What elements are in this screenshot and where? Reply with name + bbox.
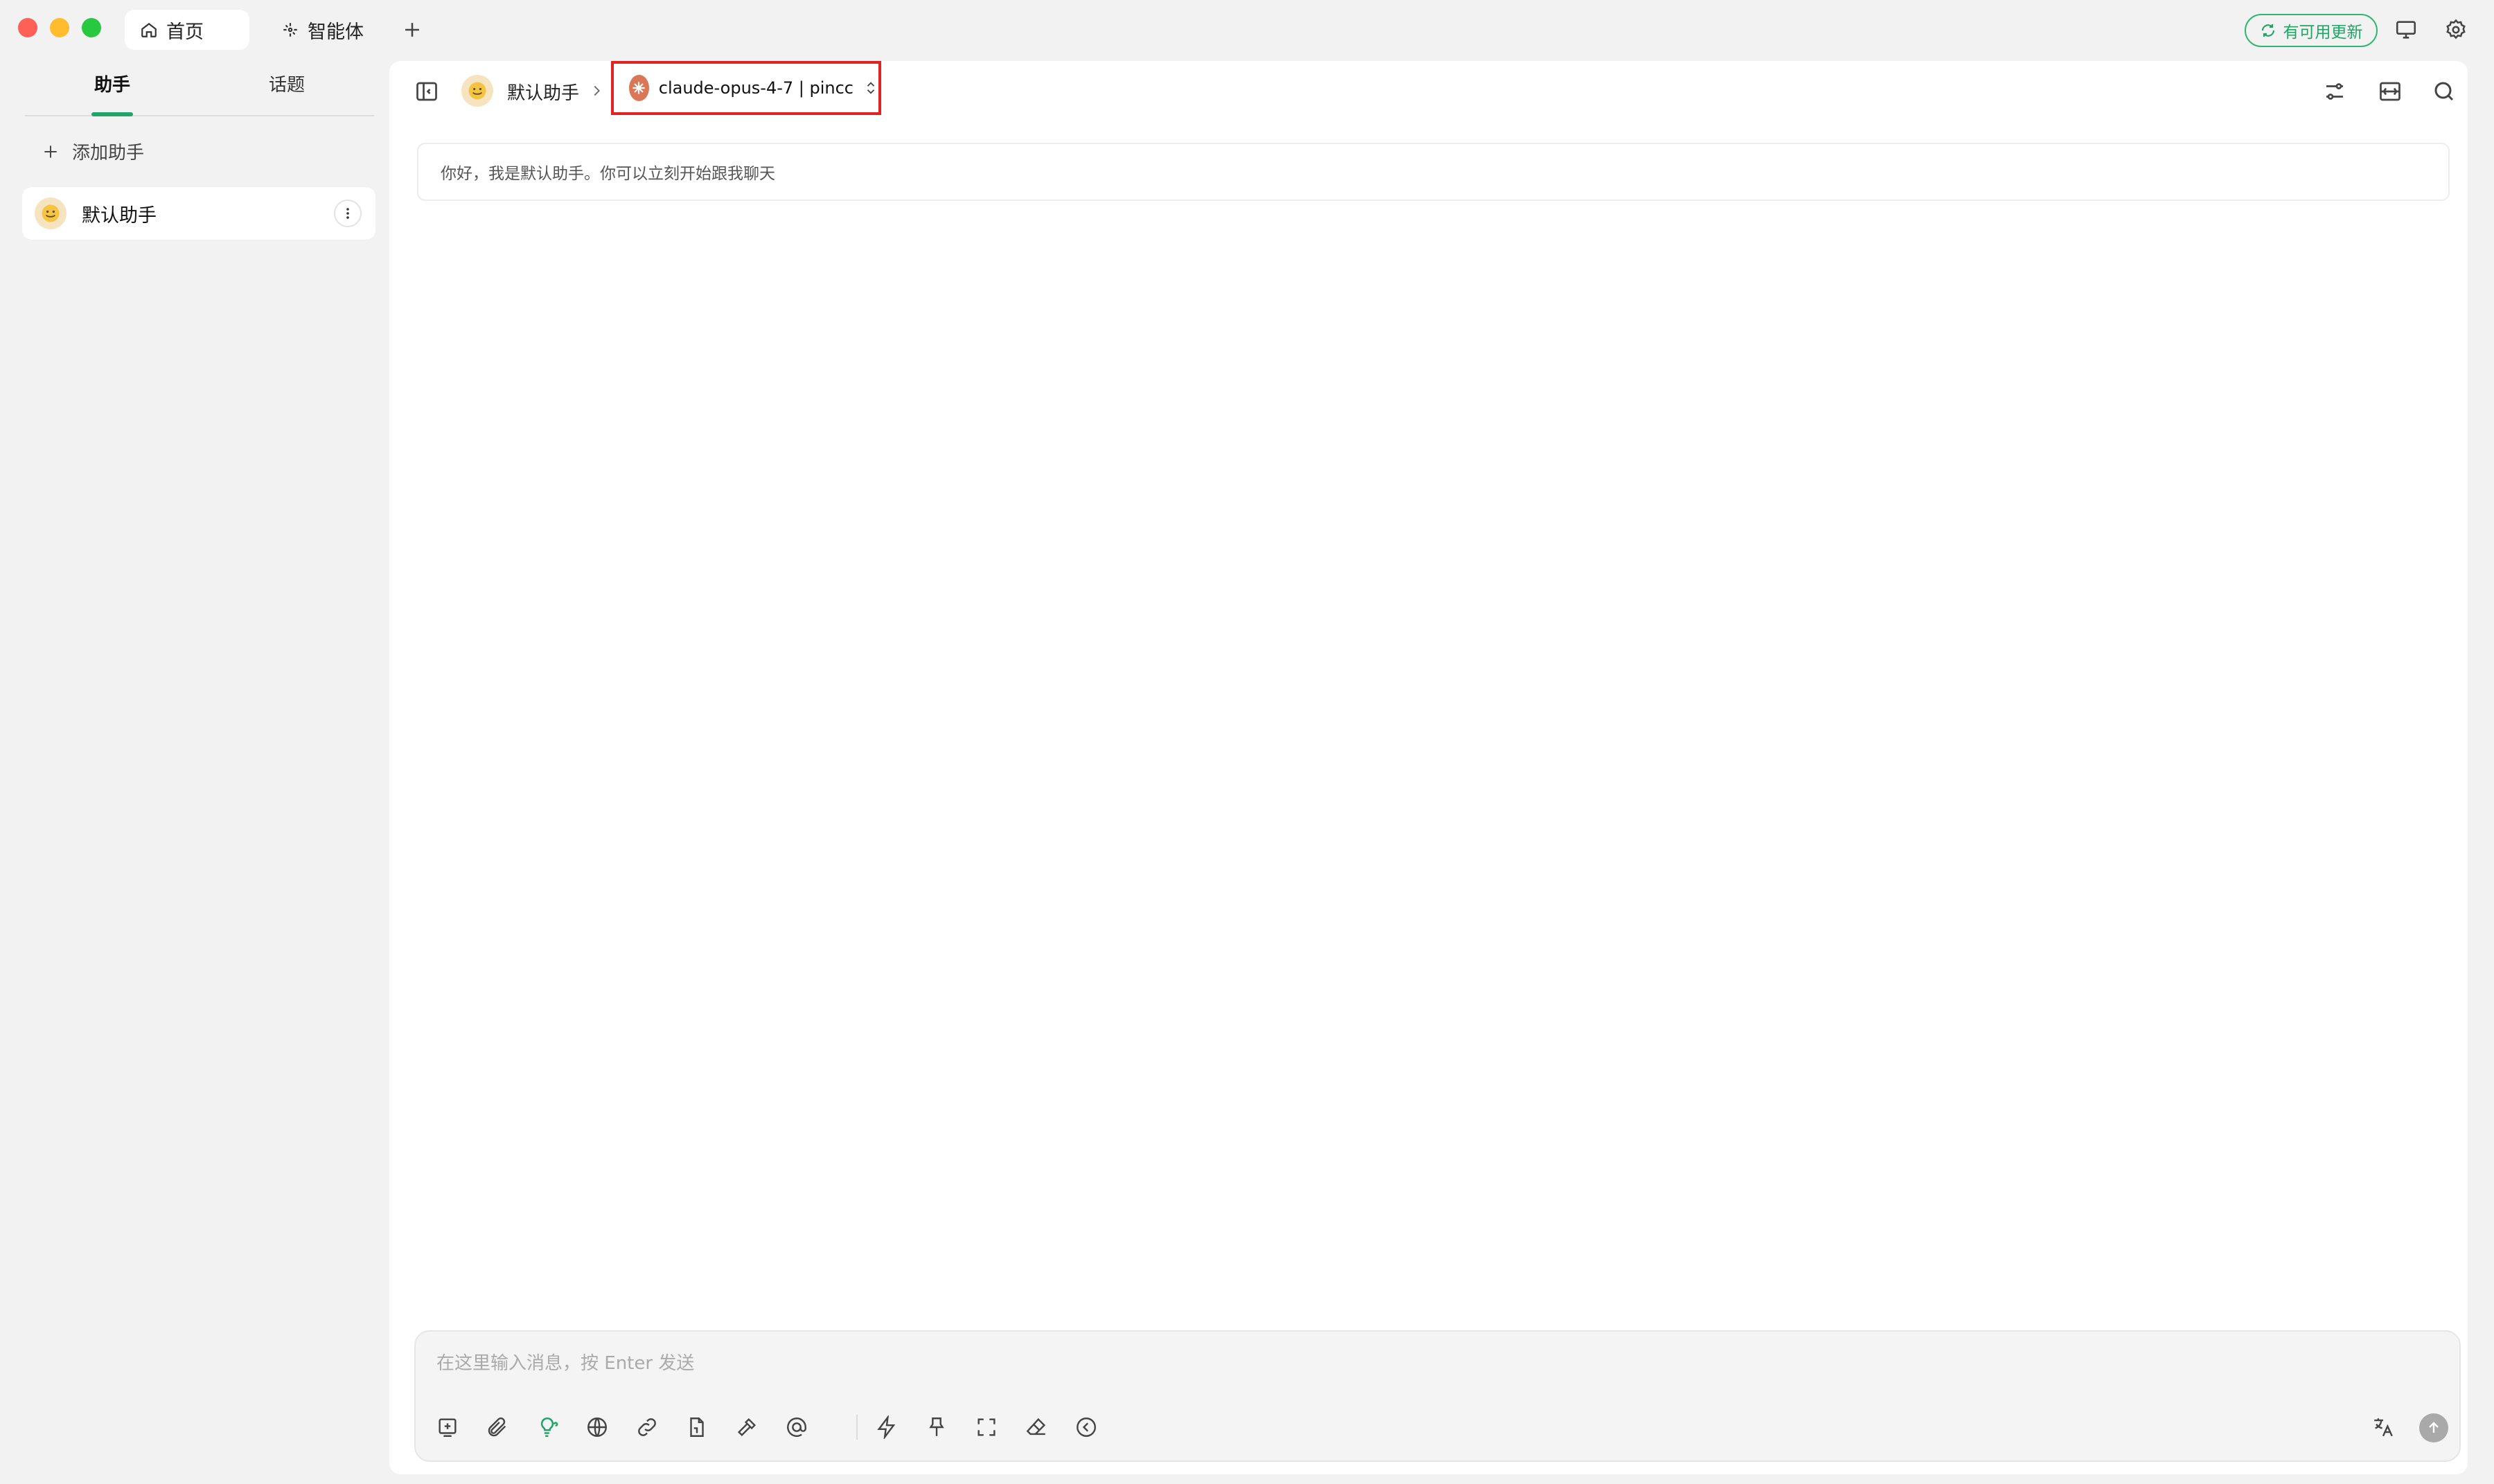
sidebar-toggle-icon[interactable] bbox=[414, 79, 439, 104]
refresh-icon bbox=[2260, 22, 2276, 39]
smiley-icon bbox=[35, 197, 67, 229]
add-assistant-button[interactable]: 添加助手 bbox=[42, 139, 144, 164]
toolbar-divider bbox=[856, 1415, 858, 1440]
update-label: 有可用更新 bbox=[2283, 24, 2363, 42]
minimize-window-button[interactable] bbox=[50, 18, 69, 37]
plus-icon bbox=[42, 143, 60, 161]
home-icon bbox=[140, 21, 158, 39]
mention-icon[interactable] bbox=[783, 1413, 811, 1441]
tab-home[interactable]: 首页 bbox=[125, 10, 249, 50]
chevron-up-down-icon bbox=[863, 79, 878, 97]
monitor-icon[interactable] bbox=[2394, 18, 2418, 42]
maximize-window-button[interactable] bbox=[82, 18, 101, 37]
close-window-button[interactable] bbox=[18, 18, 37, 37]
breadcrumb-assistant[interactable]: 默认助手 bbox=[507, 79, 579, 105]
greeting-text: 你好，我是默认助手。你可以立刻开始跟我聊天 bbox=[441, 165, 775, 183]
update-available-button[interactable]: 有可用更新 bbox=[2245, 14, 2378, 47]
sidebar-tabs: 助手 话题 bbox=[25, 61, 374, 116]
chat-panel: 默认助手 claude-opus-4-7 | pincc 你好，我是默认助手。你… bbox=[389, 61, 2468, 1474]
tab-home-label: 首页 bbox=[166, 21, 204, 43]
settings-sliders-icon[interactable] bbox=[2322, 79, 2347, 104]
sidebar: 助手 话题 添加助手 默认助手 bbox=[0, 61, 388, 1484]
chevron-right-icon bbox=[589, 83, 604, 98]
link-icon[interactable] bbox=[633, 1413, 661, 1441]
thinking-icon[interactable] bbox=[533, 1413, 561, 1441]
quick-phrase-icon[interactable] bbox=[873, 1413, 901, 1441]
pin-icon[interactable] bbox=[923, 1413, 950, 1441]
tab-agents-label: 智能体 bbox=[308, 21, 364, 43]
search-icon[interactable] bbox=[2432, 79, 2457, 104]
attachment-icon[interactable] bbox=[484, 1413, 511, 1441]
assistant-item-default[interactable]: 默认助手 bbox=[22, 187, 375, 240]
assistant-avatar bbox=[461, 75, 493, 107]
model-selector[interactable]: claude-opus-4-7 | pincc bbox=[611, 61, 881, 115]
message-input[interactable] bbox=[436, 1350, 2376, 1377]
assistant-greeting: 你好，我是默认助手。你可以立刻开始跟我聊天 bbox=[417, 143, 2450, 201]
tab-assistants[interactable]: 助手 bbox=[25, 71, 200, 96]
add-tab-icon[interactable] bbox=[400, 18, 424, 42]
tools-icon[interactable] bbox=[733, 1413, 761, 1441]
knowledge-icon[interactable] bbox=[683, 1413, 711, 1441]
model-name: claude-opus-4-7 | pincc bbox=[658, 78, 854, 98]
add-assistant-label: 添加助手 bbox=[72, 143, 145, 164]
fullscreen-icon[interactable] bbox=[973, 1413, 1000, 1441]
collapse-icon[interactable] bbox=[1072, 1413, 1100, 1441]
send-icon[interactable] bbox=[2419, 1413, 2448, 1442]
message-composer bbox=[414, 1330, 2461, 1462]
sparkle-icon bbox=[281, 21, 299, 39]
web-search-icon[interactable] bbox=[583, 1413, 611, 1441]
clear-icon[interactable] bbox=[1023, 1413, 1050, 1441]
active-tab-indicator bbox=[91, 112, 133, 116]
claude-logo-icon bbox=[629, 75, 649, 101]
new-topic-icon[interactable] bbox=[434, 1413, 461, 1441]
translate-icon[interactable] bbox=[2369, 1413, 2397, 1441]
layout-icon[interactable] bbox=[2378, 79, 2403, 104]
more-options-icon[interactable] bbox=[334, 200, 362, 227]
assistant-name: 默认助手 bbox=[82, 204, 157, 227]
gear-icon[interactable] bbox=[2444, 18, 2468, 42]
tab-agents[interactable]: 智能体 bbox=[266, 10, 391, 50]
title-bar: 首页 智能体 有可用更新 bbox=[0, 0, 2494, 61]
tab-topics[interactable]: 话题 bbox=[200, 71, 374, 96]
